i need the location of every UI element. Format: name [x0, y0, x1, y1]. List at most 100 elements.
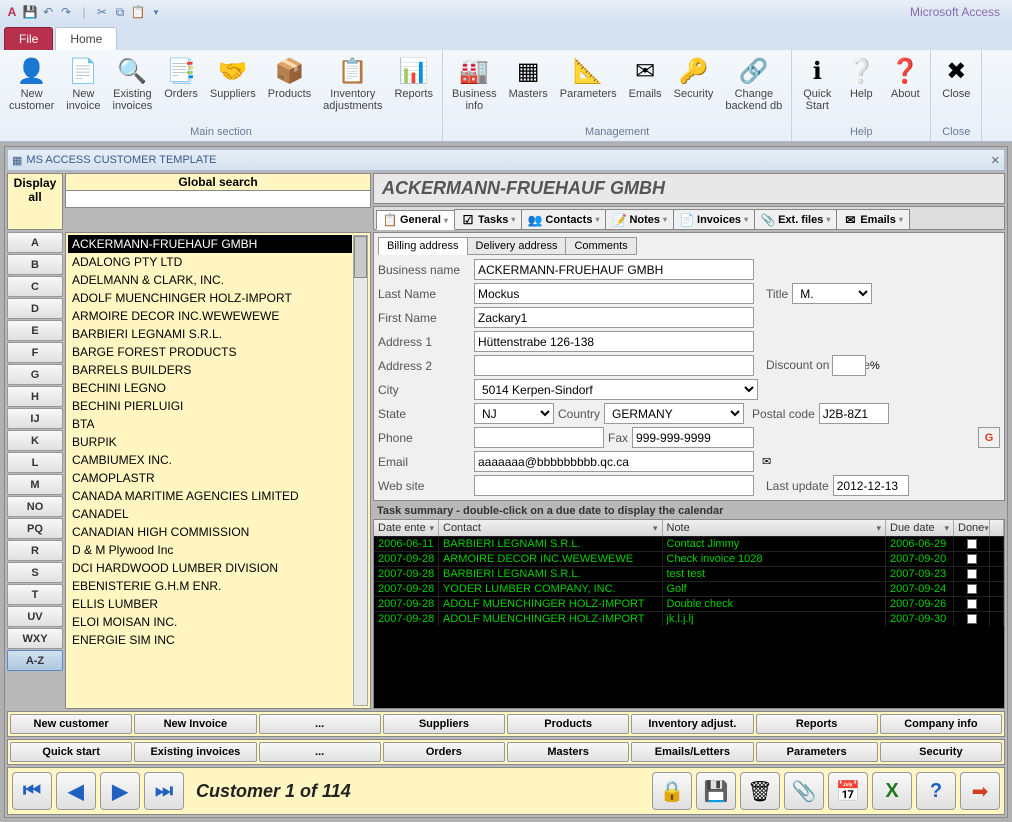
customer-item[interactable]: BARBIERI LEGNAMI S.R.L.	[68, 325, 352, 343]
ribbon-change-backenddb[interactable]: 🔗Changebackend db	[720, 52, 787, 126]
az-e[interactable]: E	[7, 320, 63, 341]
customer-item[interactable]: ELLIS LUMBER	[68, 595, 352, 613]
detail-tab-contacts[interactable]: 👥Contacts ▾	[521, 209, 606, 229]
qat-cut-icon[interactable]: ✂	[94, 4, 110, 20]
postal-input[interactable]	[819, 403, 889, 424]
az-f[interactable]: F	[7, 342, 63, 363]
ribbon-about[interactable]: ❓About	[884, 52, 926, 126]
action-[interactable]: ...	[259, 714, 381, 734]
ribbon-existing-invoices[interactable]: 🔍Existinginvoices	[108, 52, 158, 126]
az-b[interactable]: B	[7, 254, 63, 275]
az-m[interactable]: M	[7, 474, 63, 495]
country-select[interactable]: GERMANY	[604, 403, 744, 424]
email-input[interactable]	[474, 451, 754, 472]
col-done[interactable]: Done▾	[954, 520, 990, 536]
detail-tab-tasks[interactable]: ☑Tasks ▾	[454, 209, 522, 229]
task-row[interactable]: 2007-09-28ARMOIRE DECOR INC.WEWEWEWEChec…	[374, 551, 1004, 566]
customer-item[interactable]: CANADEL	[68, 505, 352, 523]
task-row[interactable]: 2007-09-28BARBIERI LEGNAMI S.R.L.test te…	[374, 566, 1004, 581]
ribbon-business-info[interactable]: 🏭Businessinfo	[447, 52, 502, 126]
task-row[interactable]: 2007-09-28YODER LUMBER COMPANY, INC.Golf…	[374, 581, 1004, 596]
ribbon-products[interactable]: 📦Products	[263, 52, 316, 126]
qat-redo-icon[interactable]: ↷	[58, 4, 74, 20]
az-c[interactable]: C	[7, 276, 63, 297]
ribbon-suppliers[interactable]: 🤝Suppliers	[205, 52, 261, 126]
state-select[interactable]: NJ	[474, 403, 554, 424]
task-table[interactable]: Date ente▾ Contact▾ Note▾ Due date▾ Done…	[373, 519, 1005, 709]
action-newinvoice[interactable]: New Invoice	[134, 714, 256, 734]
inner-close-icon[interactable]: ✕	[991, 154, 1000, 167]
az-s[interactable]: S	[7, 562, 63, 583]
address1-input[interactable]	[474, 331, 754, 352]
qat-save-icon[interactable]: 💾	[22, 4, 38, 20]
action-quickstart[interactable]: Quick start	[10, 742, 132, 762]
customer-item[interactable]: CANADIAN HIGH COMMISSION	[68, 523, 352, 541]
business-name-input[interactable]	[474, 259, 754, 280]
az-a-z[interactable]: A-Z	[7, 650, 63, 671]
save-button[interactable]: 💾	[696, 772, 736, 810]
help-button[interactable]: ?	[916, 772, 956, 810]
address2-input[interactable]	[474, 355, 754, 376]
customer-item[interactable]: D & M Plywood Inc	[68, 541, 352, 559]
customer-item[interactable]: BECHINI PIERLUIGI	[68, 397, 352, 415]
tab-home[interactable]: Home	[55, 27, 117, 50]
detail-tab-emails[interactable]: ✉Emails ▾	[836, 209, 909, 229]
az-d[interactable]: D	[7, 298, 63, 319]
detail-tab-general[interactable]: 📋General ▾	[376, 210, 455, 230]
calendar-button[interactable]: 📅	[828, 772, 868, 810]
fax-input[interactable]	[632, 427, 754, 448]
ribbon-close[interactable]: ✖Close	[935, 52, 977, 126]
customer-item[interactable]: CANADA MARITIME AGENCIES LIMITED	[68, 487, 352, 505]
qat-copy-icon[interactable]: ⧉	[112, 4, 128, 20]
title-select[interactable]: M.	[792, 283, 872, 304]
action-suppliers[interactable]: Suppliers	[383, 714, 505, 734]
action-newcustomer[interactable]: New customer	[10, 714, 132, 734]
customer-item[interactable]: BECHINI LEGNO	[68, 379, 352, 397]
az-uv[interactable]: UV	[7, 606, 63, 627]
exit-button[interactable]: ➡	[960, 772, 1000, 810]
ribbon-parameters[interactable]: 📐Parameters	[555, 52, 622, 126]
action-inventoryadjust[interactable]: Inventory adjust.	[631, 714, 753, 734]
customer-item[interactable]: ACKERMANN-FRUEHAUF GMBH	[68, 235, 352, 253]
col-date[interactable]: Date ente▾	[374, 520, 439, 536]
web-input[interactable]	[474, 475, 754, 496]
customer-item[interactable]: BURPIK	[68, 433, 352, 451]
col-due[interactable]: Due date▾	[886, 520, 954, 536]
customer-item[interactable]: ENERGIE SIM INC	[68, 631, 352, 649]
ribbon-help[interactable]: ❔Help	[840, 52, 882, 126]
customer-item[interactable]: DCI HARDWOOD LUMBER DIVISION	[68, 559, 352, 577]
detail-tab-extfiles[interactable]: 📎Ext. files ▾	[754, 209, 837, 229]
action-orders[interactable]: Orders	[383, 742, 505, 762]
customer-item[interactable]: ADELMANN & CLARK, INC.	[68, 271, 352, 289]
az-ij[interactable]: IJ	[7, 408, 63, 429]
qat-paste-icon[interactable]: 📋	[130, 4, 146, 20]
az-k[interactable]: K	[7, 430, 63, 451]
az-t[interactable]: T	[7, 584, 63, 605]
attach-button[interactable]: 📎	[784, 772, 824, 810]
customer-item[interactable]: BTA	[68, 415, 352, 433]
ribbon-masters[interactable]: ▦Masters	[504, 52, 553, 126]
customer-item[interactable]: ELOI MOISAN INC.	[68, 613, 352, 631]
lock-button[interactable]: 🔒	[652, 772, 692, 810]
customer-item[interactable]: CAMOPLASTR	[68, 469, 352, 487]
ribbon-emails[interactable]: ✉Emails	[624, 52, 667, 126]
display-all-button[interactable]: Display all	[7, 173, 63, 230]
sub-tab-deliveryaddress[interactable]: Delivery address	[467, 237, 567, 255]
action-security[interactable]: Security	[880, 742, 1002, 762]
action-masters[interactable]: Masters	[507, 742, 629, 762]
action-existinginvoices[interactable]: Existing invoices	[134, 742, 256, 762]
customer-list-scrollbar[interactable]	[353, 235, 368, 706]
ribbon-security[interactable]: 🔑Security	[669, 52, 719, 126]
last-update-input[interactable]	[833, 475, 909, 496]
customer-list[interactable]: ACKERMANN-FRUEHAUF GMBHADALONG PTY LTDAD…	[65, 232, 371, 709]
qat-undo-icon[interactable]: ↶	[40, 4, 56, 20]
az-no[interactable]: NO	[7, 496, 63, 517]
nav-prev-button[interactable]: ◀	[56, 772, 96, 810]
az-g[interactable]: G	[7, 364, 63, 385]
google-button[interactable]: G	[978, 427, 1000, 448]
detail-tab-invoices[interactable]: 📄Invoices ▾	[673, 209, 755, 229]
nav-last-button[interactable]: ⏭	[144, 772, 184, 810]
customer-item[interactable]: BARGE FOREST PRODUCTS	[68, 343, 352, 361]
action-parameters[interactable]: Parameters	[756, 742, 878, 762]
az-a[interactable]: A	[7, 232, 63, 253]
